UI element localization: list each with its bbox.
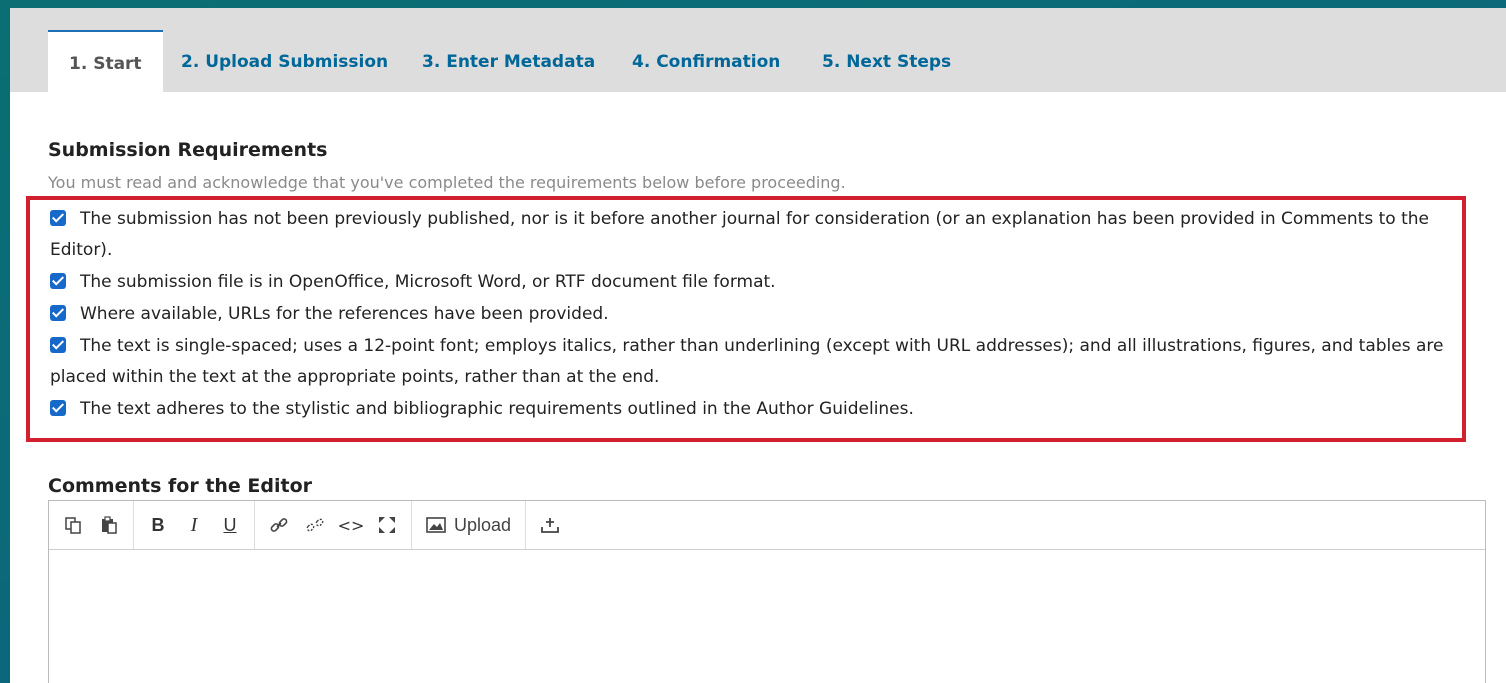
toolbar-group-clipboard — [49, 501, 134, 549]
requirements-highlight: The submission has not been previously p… — [26, 196, 1466, 442]
upload-image-button[interactable]: Upload — [418, 507, 519, 543]
requirements-subtitle: You must read and acknowledge that you'v… — [48, 173, 846, 192]
toolbar-group-format: B I U — [134, 501, 255, 549]
tab-confirmation[interactable]: 4. Confirmation — [611, 30, 801, 92]
requirement-text: The submission file is in OpenOffice, Mi… — [80, 272, 776, 292]
italic-icon[interactable]: I — [176, 507, 212, 543]
requirement-item-2: The submission file is in OpenOffice, Mi… — [50, 267, 1460, 298]
requirements-title: Submission Requirements — [48, 139, 328, 161]
requirement-text: The text is single-spaced; uses a 12-poi… — [50, 336, 1444, 387]
requirement-item-1: The submission has not been previously p… — [50, 204, 1460, 266]
requirement-item-4: The text is single-spaced; uses a 12-poi… — [50, 331, 1460, 393]
checkbox-checked-icon[interactable] — [50, 210, 66, 226]
toolbar-group-insert: <> — [255, 501, 412, 549]
editor-toolbar: B I U <> Upload — [49, 501, 1485, 550]
comments-editor: B I U <> Upload — [48, 500, 1486, 683]
comments-textarea[interactable] — [49, 550, 1485, 683]
code-icon[interactable]: <> — [333, 507, 369, 543]
tab-enter-metadata[interactable]: 3. Enter Metadata — [401, 30, 616, 92]
tab-next-steps[interactable]: 5. Next Steps — [801, 30, 972, 92]
requirement-item-3: Where available, URLs for the references… — [50, 299, 1460, 330]
unlink-icon[interactable] — [297, 507, 333, 543]
fullscreen-icon[interactable] — [369, 507, 405, 543]
bold-icon[interactable]: B — [140, 507, 176, 543]
paste-icon[interactable] — [91, 507, 127, 543]
checkbox-checked-icon[interactable] — [50, 273, 66, 289]
image-icon — [426, 517, 446, 533]
submission-form: 1. Start 2. Upload Submission 3. Enter M… — [10, 8, 1506, 683]
wizard-tabs: 1. Start 2. Upload Submission 3. Enter M… — [10, 8, 1506, 92]
toolbar-group-extra — [526, 501, 574, 549]
tab-start[interactable]: 1. Start — [48, 30, 163, 92]
requirement-item-5: The text adheres to the stylistic and bi… — [50, 394, 1460, 425]
checkbox-checked-icon[interactable] — [50, 337, 66, 353]
tab-upload-submission[interactable]: 2. Upload Submission — [160, 30, 409, 92]
upload-label: Upload — [454, 514, 512, 535]
toolbar-group-media: Upload — [412, 501, 527, 549]
checkbox-checked-icon[interactable] — [50, 305, 66, 321]
requirement-text: The submission has not been previously p… — [50, 209, 1429, 260]
link-icon[interactable] — [261, 507, 297, 543]
checkbox-checked-icon[interactable] — [50, 400, 66, 416]
requirement-text: The text adheres to the stylistic and bi… — [80, 399, 914, 419]
copy-icon[interactable] — [55, 507, 91, 543]
requirement-text: Where available, URLs for the references… — [80, 304, 609, 324]
underline-icon[interactable]: U — [212, 507, 248, 543]
comments-title: Comments for the Editor — [48, 475, 313, 497]
insert-icon[interactable] — [532, 507, 568, 543]
